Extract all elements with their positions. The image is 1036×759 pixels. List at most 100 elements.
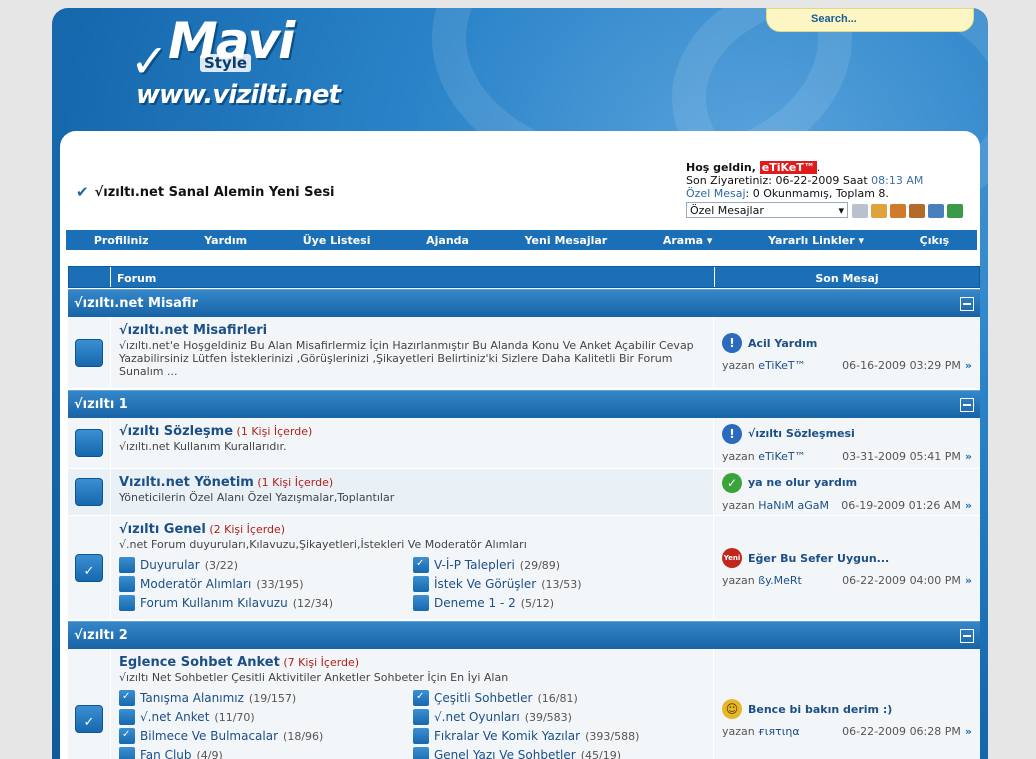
- subforum-icon: [119, 576, 135, 592]
- subforum-link[interactable]: Deneme 1 - 2 (5/12): [413, 595, 703, 611]
- calendar-icon[interactable]: [909, 204, 925, 218]
- search-tab[interactable]: Search...: [766, 8, 974, 32]
- last-post: ! Acil Yardım yazan eTiKeT™ 06-16-2009 03:…: [714, 317, 980, 388]
- subforum-link[interactable]: Genel Yazı Ve Sohbetler (45/19): [413, 747, 703, 759]
- pen-icon[interactable]: [852, 204, 868, 218]
- subforum-new-icon: [119, 690, 135, 706]
- last-post-title[interactable]: Eğer Bu Sefer Uygun...: [748, 552, 889, 565]
- nav-search[interactable]: Arama ▾: [663, 234, 713, 247]
- subforum-link[interactable]: √.net Oyunları (39/583): [413, 709, 703, 725]
- edit-icon[interactable]: [890, 204, 906, 218]
- subforum-link[interactable]: Tanışma Alanımız(19/157): [119, 690, 413, 706]
- subforum-new-icon: [413, 690, 429, 706]
- forum-viewers: (1 Kişi İçerde): [236, 425, 313, 438]
- last-post: ✓ ya ne olur yardım yazan HaNıM aGaM 06-19…: [714, 469, 980, 515]
- exclamation-icon: !: [722, 423, 742, 444]
- pm-select[interactable]: Özel Mesajlar ▾: [686, 202, 848, 218]
- last-post-title[interactable]: ya ne olur yardım: [748, 476, 857, 489]
- subforum-new-icon: [413, 557, 429, 573]
- last-post-title[interactable]: Bence bi bakın derim :): [748, 703, 892, 716]
- forum-description: √ızıltı Net Sohbetler Çesitli Aktivitile…: [119, 671, 509, 684]
- subforum-list: Duyurular(3/22) V-İ-P Talepleri(29/89) M…: [119, 557, 705, 611]
- subforum-link[interactable]: √.net Anket (11/70): [119, 709, 413, 725]
- last-post-author[interactable]: eTiKeT™: [758, 450, 805, 463]
- last-post-author[interactable]: HaNıM aGaM: [758, 499, 829, 512]
- forum-description: √ızıltı.net'e Hoşgeldiniz Bu Alan Misafi…: [119, 339, 694, 378]
- forum-new-posts-icon: [75, 704, 103, 733]
- last-post-author[interactable]: ßy.MeRt: [758, 574, 802, 587]
- check-icon: ✔: [76, 183, 89, 201]
- last-post-author[interactable]: ғιяτιηα: [758, 725, 799, 738]
- smiley-icon: ☺: [722, 699, 742, 719]
- nav-profile[interactable]: Profiliniz: [94, 234, 149, 247]
- collapse-icon[interactable]: [960, 628, 974, 643]
- nav-links[interactable]: Yararlı Linkler ▾: [768, 234, 864, 247]
- table-header: Forum Son Mesaj: [68, 266, 980, 288]
- nav-help[interactable]: Yardım: [204, 234, 247, 247]
- subforum-link[interactable]: Çeşitli Sohbetler(16/81): [413, 690, 703, 706]
- forum-row: √ızıltı.net Misafirleri √ızıltı.net'e Ho…: [68, 317, 980, 389]
- forum-row: √ızıltı Sözleşme (1 Kişi İçerde) √ızıltı…: [68, 418, 980, 469]
- chevron-down-icon: ▾: [838, 203, 844, 217]
- subforum-icon: [119, 595, 135, 611]
- subforum-link[interactable]: Fan Club (4/9): [119, 747, 413, 759]
- last-post: ☺ Bence bi bakın derim :) yazan ғιяτιηα 06…: [714, 649, 980, 759]
- go-to-post-icon[interactable]: »: [965, 359, 972, 372]
- nav-members[interactable]: Üye Listesi: [303, 234, 371, 247]
- forum-table: Forum Son Mesaj √ızıltı.net Misafir √ızı…: [68, 266, 980, 759]
- forum-new-posts-icon: [75, 553, 103, 582]
- subforum-icon: [413, 747, 429, 759]
- go-to-post-icon[interactable]: »: [965, 499, 972, 512]
- nav-calendar[interactable]: Ajanda: [426, 234, 469, 247]
- category-header[interactable]: √ızıltı 2: [68, 621, 980, 649]
- go-to-post-icon[interactable]: »: [965, 725, 972, 738]
- pm-status: Özel Mesaj: 0 Okunmamış, Toplam 8.: [686, 187, 889, 200]
- subforum-link[interactable]: Bilmece Ve Bulmacalar(18/96): [119, 728, 413, 744]
- last-post-title[interactable]: Acil Yardım: [748, 337, 817, 350]
- users-icon[interactable]: [947, 204, 963, 218]
- go-to-post-icon[interactable]: »: [965, 574, 972, 587]
- subforum-icon: [119, 747, 135, 759]
- subforum-link[interactable]: V-İ-P Talepleri(29/89): [413, 557, 703, 573]
- column-last-post: Son Mesaj: [815, 272, 879, 285]
- nav-new-posts[interactable]: Yeni Mesajlar: [525, 234, 608, 247]
- logo-style-text: Style: [200, 54, 252, 72]
- subforum-link[interactable]: Duyurular (3/22): [119, 557, 413, 573]
- collapse-icon[interactable]: [960, 397, 974, 412]
- collapse-icon[interactable]: [960, 296, 974, 311]
- subforum-link[interactable]: Moderatör Alımları (33/195): [119, 576, 413, 592]
- username-link[interactable]: eTiKeT™: [759, 161, 817, 174]
- forum-description: √ızıltı.net Kullanım Kurallarıdır.: [119, 440, 287, 453]
- site-logo[interactable]: ✓ Mavi Style www.vizilti.net: [130, 12, 341, 114]
- last-post: ! √ızıltı Sözleşmesi yazan eTiKeT™ 03-31-2…: [714, 418, 980, 468]
- subforum-link[interactable]: Forum Kullanım Kılavuzu (12/34): [119, 595, 413, 611]
- site-title: ✔ √ızıltı.net Sanal Alemin Yeni Sesi: [76, 183, 335, 201]
- subforum-icon: [119, 709, 135, 725]
- welcome-line: Hoş geldin, eTiKeT™.: [686, 161, 821, 174]
- user-icon[interactable]: [928, 204, 944, 218]
- subforum-link[interactable]: Fıkralar Ve Komik Yazılar (393/588): [413, 728, 703, 744]
- subforum-icon: [413, 595, 429, 611]
- exclamation-icon: !: [722, 333, 742, 353]
- category-header[interactable]: √ızıltı 1: [68, 390, 980, 418]
- pm-link[interactable]: Özel Mesaj: [686, 187, 746, 200]
- forum-title[interactable]: √ızıltı Sözleşme: [119, 424, 233, 439]
- forum-row: Eglence Sohbet Anket (7 Kişi İçerde) √ız…: [68, 649, 980, 759]
- forum-title[interactable]: √ızıltı.net Misafirleri: [119, 323, 267, 338]
- forum-title[interactable]: Eglence Sohbet Anket: [119, 655, 280, 670]
- subforum-list: Tanışma Alanımız(19/157) Çeşitli Sohbetl…: [119, 690, 705, 759]
- nav-logout[interactable]: Çıkış: [920, 234, 949, 247]
- forum-title[interactable]: Vızıltı.net Yönetim: [119, 475, 254, 490]
- chat-icon[interactable]: [871, 204, 887, 218]
- subforum-icon: [119, 557, 135, 573]
- search-label[interactable]: Search...: [811, 13, 857, 25]
- last-post-title[interactable]: √ızıltı Sözleşmesi: [748, 427, 855, 440]
- subforum-icon: [413, 728, 429, 744]
- forum-viewers: (7 Kişi İçerde): [283, 656, 360, 669]
- go-to-post-icon[interactable]: »: [965, 450, 972, 463]
- category-header[interactable]: √ızıltı.net Misafir: [68, 289, 980, 317]
- last-visit: Son Ziyaretiniz: 06-22-2009 Saat 08:13 A…: [686, 174, 924, 187]
- last-post-author[interactable]: eTiKeT™: [758, 359, 805, 372]
- forum-title[interactable]: √ızıltı Genel: [119, 522, 206, 537]
- subforum-link[interactable]: İstek Ve Görüşler (13/53): [413, 576, 703, 592]
